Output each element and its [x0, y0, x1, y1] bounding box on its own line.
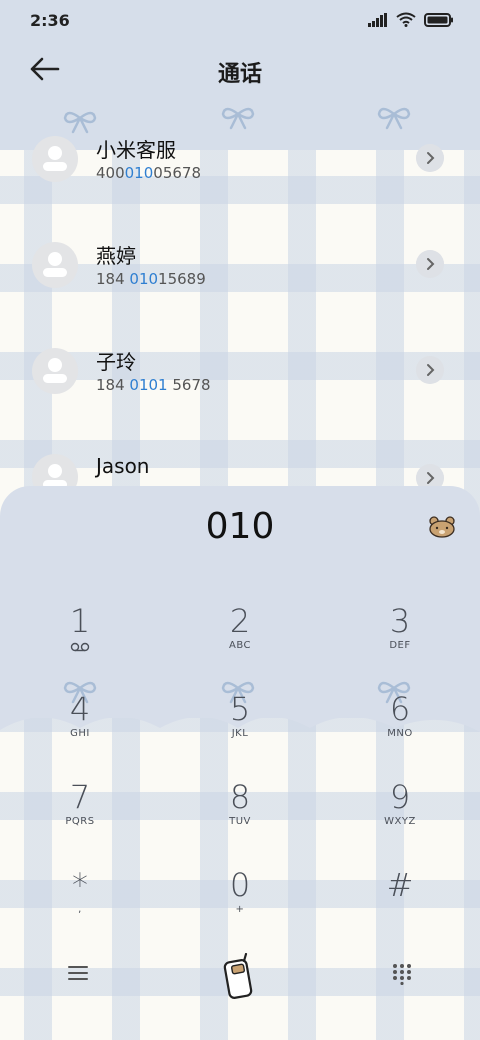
contact-row[interactable]: 燕婷 184 01015689 [0, 216, 480, 316]
person-icon [43, 146, 67, 171]
chevron-right-icon[interactable] [416, 356, 444, 384]
wifi-icon [396, 12, 416, 27]
contact-name: 子玲 [96, 350, 136, 374]
avatar [32, 454, 78, 486]
dial-key-7[interactable]: 7 PQRS [25, 772, 135, 842]
dial-key-2[interactable]: 2 ABC [185, 596, 295, 666]
avatar [32, 242, 78, 288]
status-bar: 2:36 [0, 0, 480, 40]
person-icon [43, 252, 67, 277]
dial-key-4[interactable]: 4 GHI [25, 684, 135, 754]
chevron-right-icon[interactable] [416, 464, 444, 486]
person-icon [43, 464, 67, 486]
dialed-number: 010 [205, 506, 275, 547]
contact-name: Jason [96, 454, 150, 478]
battery-icon [424, 12, 453, 27]
bear-icon[interactable] [428, 516, 456, 538]
status-time: 2:36 [30, 11, 70, 30]
avatar [32, 348, 78, 394]
contact-row[interactable]: 小米客服 40001005678 [0, 110, 480, 210]
dial-key-9[interactable]: 9 WXYZ [345, 772, 455, 842]
dial-key-3[interactable]: 3 DEF [345, 596, 455, 666]
contact-row[interactable]: Jason [0, 430, 480, 486]
person-icon [43, 358, 67, 383]
dial-key-0[interactable]: 0 + [185, 860, 295, 930]
signal-icon [368, 12, 387, 27]
chevron-right-icon[interactable] [416, 144, 444, 172]
contact-number: 184 0101 5678 [96, 376, 211, 394]
menu-icon[interactable] [68, 965, 88, 981]
contact-number: 184 01015689 [96, 270, 206, 288]
dial-key-star[interactable]: * , [25, 860, 135, 930]
dialer-action-bar [0, 945, 480, 1005]
chevron-right-icon[interactable] [416, 250, 444, 278]
contact-name: 小米客服 [96, 138, 176, 162]
dial-key-1[interactable]: 1 [25, 596, 135, 666]
dial-key-6[interactable]: 6 MNO [345, 684, 455, 754]
keypad-icon[interactable] [392, 963, 412, 985]
avatar [32, 136, 78, 182]
phone-call-icon[interactable] [222, 953, 256, 1001]
contact-name: 燕婷 [96, 244, 136, 268]
page-title: 通话 [217, 62, 262, 87]
contact-number: 40001005678 [96, 164, 201, 182]
voicemail-icon [70, 642, 90, 652]
contact-row[interactable]: 子玲 184 0101 5678 [0, 322, 480, 422]
dial-key-8[interactable]: 8 TUV [185, 772, 295, 842]
dial-key-5[interactable]: 5 JKL [185, 684, 295, 754]
dial-key-hash[interactable]: # [345, 860, 455, 930]
